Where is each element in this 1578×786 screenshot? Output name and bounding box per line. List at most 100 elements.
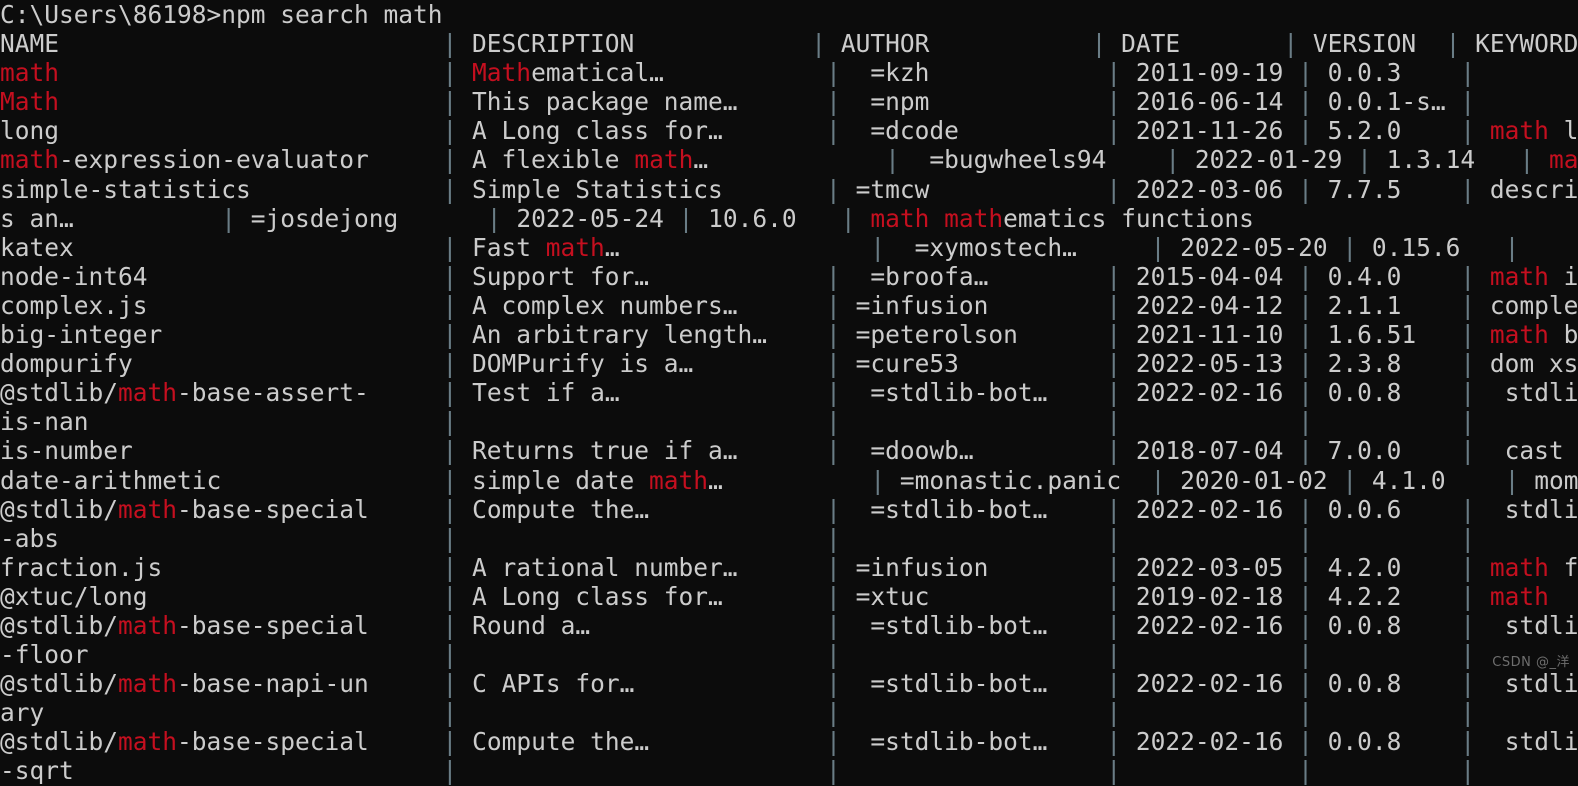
cell-text: 2016-06-14 [1135,87,1299,117]
cell-text [1136,756,1298,785]
cell-text: A Long class for… [472,581,827,611]
cell-text: This package name… [472,87,827,117]
cell-text: 2022-05-24 [516,203,679,233]
cell-text: math math [870,203,1004,233]
column-separator: | [1298,320,1328,350]
column-separator: | [1504,465,1535,495]
column-separator: | [1504,232,1520,262]
cell-text: 2022-04-12 [1135,290,1299,320]
cell-text: cast check coerce coercion [1504,436,1564,466]
column-separator: | [442,669,473,699]
cell-text: 1.6.51 [1327,320,1461,350]
column-separator: | [1106,610,1136,640]
cell-text: math [118,494,178,524]
cell-text: Math [472,58,532,88]
cell-text: -abs [0,523,443,553]
column-separator: | [442,581,473,611]
table-row: node-int64 | Support for… | =broofa… | 2… [0,262,1578,291]
column-separator: | [442,349,473,379]
cell-text: simple-statistics [0,174,443,204]
column-separator: | [486,203,517,233]
cell-text: math [634,145,694,175]
column-separator: | [442,290,473,320]
column-separator: | [826,552,856,582]
column-separator: | [1298,58,1328,88]
column-separator: | [840,203,871,233]
cell-text: @stdlib/ [0,378,119,408]
column-separator: | [1106,756,1136,786]
cell-text: 0.0.6 [1327,494,1461,524]
column-separator: | [442,436,473,466]
cell-text: 4.2.0 [1327,552,1461,582]
cell-text: stdlib std [1504,669,1578,699]
cell-text: stdlib std [1504,494,1578,524]
cell-text: is-nan [0,407,443,437]
column-separator: | [1519,145,1549,175]
cell-text: DATE [1121,29,1284,59]
cell-text: =stdlib-bot… [855,494,1107,524]
column-separator: | [826,669,856,699]
cell-text: =stdlib-bot… [855,669,1107,699]
terminal-window[interactable]: C:\Users\86198>npm search math NAME | DES… [0,0,1578,785]
cell-text: fraction.js [0,552,443,582]
column-separator: | [1106,87,1136,117]
column-separator: | [442,320,473,350]
column-separator: | [442,465,473,495]
cell-text: math [1489,552,1549,582]
table-row: katex | Fast math… | =xymostech… | 2022-… [0,233,1578,262]
column-separator: | [826,320,856,350]
cell-text: 2020-01-02 [1180,465,1343,495]
column-separator: | [826,349,856,379]
cell-text: =peterolson [855,320,1107,350]
cell-text: 0.0.8 [1327,610,1461,640]
cell-text: dom xss html svg [1489,349,1578,379]
column-separator: | [1460,727,1490,757]
column-separator: | [1460,116,1490,146]
cell-text: long int64 [1563,116,1578,146]
column-separator: | [1106,436,1136,466]
cell-text: -base-assert- [177,378,443,408]
cell-text: 2022-02-16 [1135,610,1299,640]
watermark: CSDN @_洋 [1492,655,1570,670]
cell-text: 2.3.8 [1327,349,1461,379]
cell-text: 2.1.1 [1327,290,1461,320]
column-separator: | [442,29,473,59]
cell-text: @stdlib/ [0,727,119,757]
cell-text: simple date [472,465,650,495]
cell-text: 0.0.8 [1327,669,1461,699]
cell-text: stdlib std [1504,378,1578,408]
column-separator: | [826,290,856,320]
table-row: complex.js | A complex numbers… | =infus… [0,291,1578,320]
cell-text: date-arithmetic [0,465,443,495]
column-separator: | [1106,523,1136,553]
table-row: date-arithmetic | simple date math… | =m… [0,466,1578,495]
column-separator: | [826,407,856,437]
table-row: -abs | | | | | [0,524,1578,553]
table-row: simple-statistics | Simple Statistics | … [0,175,1578,204]
cell-text: long [0,116,443,146]
table-row: @xtuc/long | A Long class for… | =xtuc |… [0,582,1578,611]
column-separator: | [1460,320,1490,350]
column-separator: | [1091,29,1122,59]
cell-text: is-number [0,436,443,466]
column-separator: | [826,756,856,786]
column-separator: | [1106,552,1136,582]
column-separator: | [1106,407,1136,437]
cell-text: =tmcw [855,174,1107,204]
column-separator: | [826,261,856,291]
cell-text: DESCRIPTION [472,29,812,59]
prompt-line: C:\Users\86198>npm search math [0,0,1578,29]
cell-text: 2022-05-13 [1135,349,1299,379]
table-row: fraction.js | A rational number… | =infu… [0,553,1578,582]
column-separator: | [1298,378,1328,408]
column-separator: | [442,523,473,553]
column-separator: | [1106,640,1136,670]
table-row: s an… | =josdejong | 2022-05-24 | 10.6.0… [0,204,1578,233]
cell-text [856,524,1107,553]
cell-text: 2022-05-20 [1180,232,1343,262]
column-separator: | [1460,58,1476,88]
cell-text: 0.0.8 [1327,727,1461,757]
column-separator: | [1106,116,1136,146]
column-separator: | [1165,145,1195,175]
column-separator: | [1298,640,1328,670]
